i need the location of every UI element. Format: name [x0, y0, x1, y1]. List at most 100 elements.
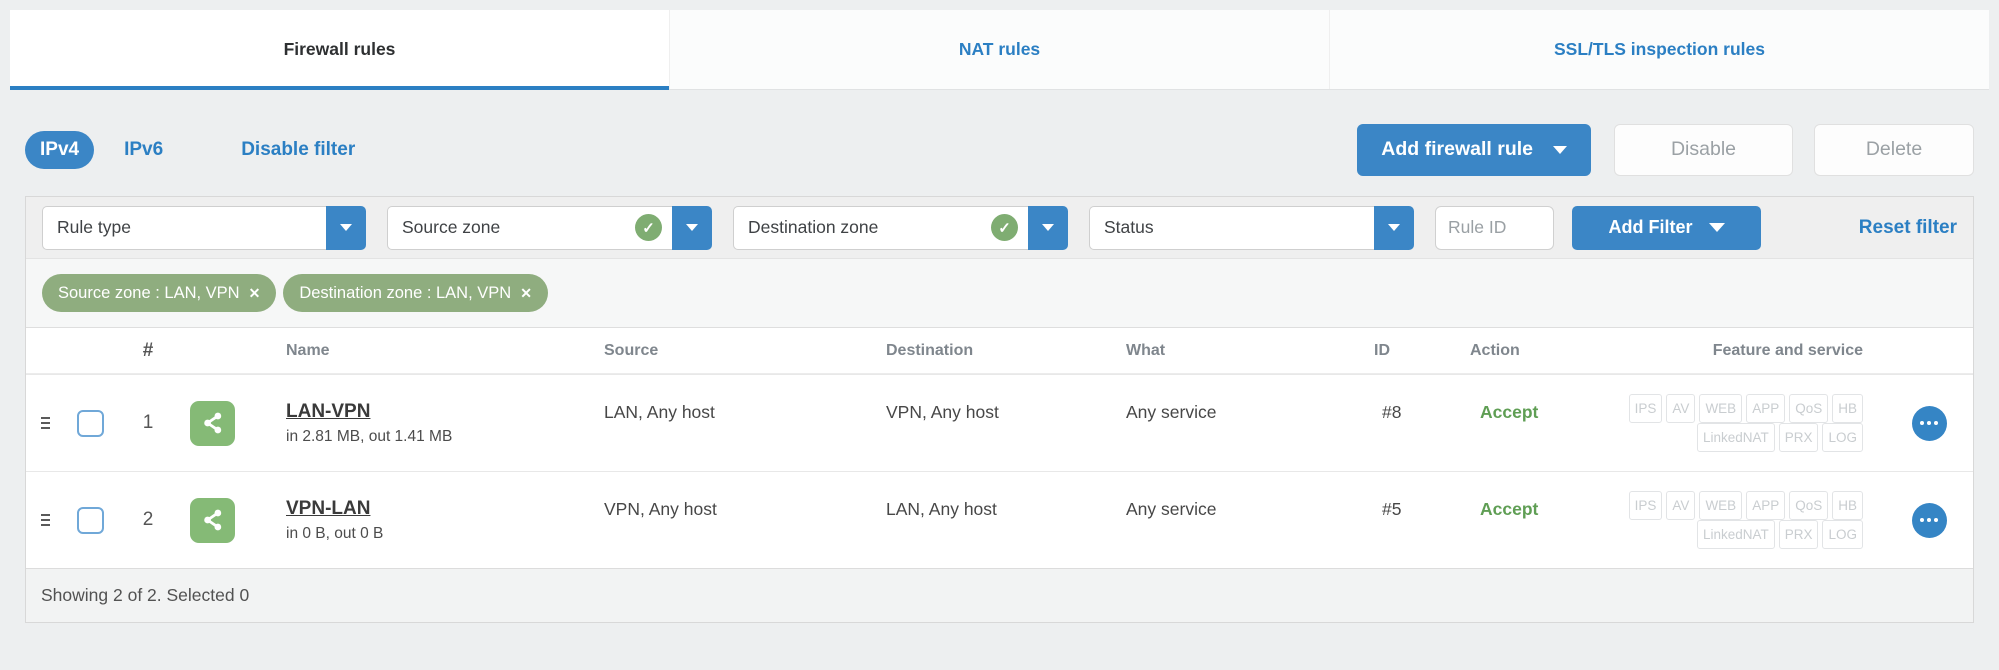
ipv4-toggle[interactable]: IPv4	[25, 130, 95, 169]
row-features-cell: IPS AV WEB APP QoS HB LinkedNAT PRX LOG	[1586, 491, 1885, 549]
row-features-cell: IPS AV WEB APP QoS HB LinkedNAT PRX LOG	[1586, 394, 1885, 452]
destination-zone-label: Destination zone	[748, 217, 879, 237]
status-dropdown[interactable]: Status	[1089, 205, 1414, 250]
row-number: 1	[142, 412, 154, 433]
close-icon[interactable]: ✕	[249, 285, 261, 302]
tab-bar: Firewall rules NAT rules SSL/TLS inspect…	[10, 10, 1989, 90]
chevron-down-icon	[1042, 224, 1054, 231]
rule-type-dropdown[interactable]: Rule type	[42, 205, 366, 250]
source-zone-field: Source zone ✓	[387, 205, 672, 250]
feature-badge: IPS	[1628, 491, 1663, 520]
row-checkbox[interactable]	[76, 506, 104, 534]
feature-badge: LOG	[1822, 423, 1863, 452]
feature-badge: LOG	[1822, 520, 1863, 549]
header-number: #	[142, 339, 154, 361]
row-source: VPN, Any host	[604, 499, 717, 519]
row-checkbox[interactable]	[76, 409, 104, 437]
drag-handle-icon[interactable]	[37, 413, 54, 433]
row-destination: VPN, Any host	[886, 402, 999, 422]
chevron-down-icon	[1708, 223, 1725, 232]
active-filter-chips: Source zone : LAN, VPN ✕ Destination zon…	[26, 259, 1973, 328]
table-footer: Showing 2 of 2. Selected 0	[26, 568, 1973, 622]
table-header: # Name Source Destination What ID Action…	[26, 328, 1973, 374]
destination-zone-field: Destination zone ✓	[733, 205, 1028, 250]
header-name: Name	[286, 341, 330, 359]
add-filter-label: Add Filter	[1608, 217, 1693, 237]
chevron-down-icon	[686, 224, 698, 231]
row-drag-cell	[26, 510, 64, 530]
ellipsis-menu-icon[interactable]	[1911, 502, 1947, 538]
header-action: Action	[1470, 341, 1520, 359]
feature-badge: AV	[1666, 491, 1696, 520]
row-what: Any service	[1126, 499, 1217, 519]
tab-label: SSL/TLS inspection rules	[1553, 39, 1765, 59]
destination-zone-dropdown-button[interactable]	[1028, 205, 1068, 250]
ellipsis-menu-icon[interactable]	[1911, 405, 1947, 441]
rule-id-input[interactable]	[1435, 205, 1554, 250]
source-zone-dropdown-button[interactable]	[672, 205, 712, 250]
disable-button[interactable]: Disable	[1614, 123, 1793, 176]
tab-label: NAT rules	[958, 39, 1041, 59]
rule-traffic: in 0 B, out 0 B	[286, 524, 384, 542]
header-source: Source	[604, 341, 659, 359]
feature-badge: PRX	[1778, 423, 1819, 452]
row-name-cell: VPN-LAN in 0 B, out 0 B	[286, 498, 604, 543]
disable-filter-link[interactable]: Disable filter	[241, 139, 355, 161]
header-destination: Destination	[886, 341, 974, 359]
check-circle-icon: ✓	[991, 214, 1018, 241]
showing-summary: Showing 2 of 2. Selected 0	[41, 585, 250, 605]
table-row: 2 VPN-LAN in 0 B, out 0 B VPN, Any host	[26, 471, 1973, 568]
network-share-icon	[190, 400, 235, 446]
rule-name-link[interactable]: LAN-VPN	[286, 401, 604, 423]
tab-firewall-rules[interactable]: Firewall rules	[10, 10, 669, 90]
firewall-rules-page: Firewall rules NAT rules SSL/TLS inspect…	[0, 0, 1999, 670]
tab-nat-rules[interactable]: NAT rules	[669, 10, 1329, 89]
source-zone-label: Source zone	[402, 217, 501, 237]
row-action-status: Accept	[1480, 402, 1539, 422]
chip-label: Source zone : LAN, VPN	[58, 283, 240, 302]
feature-badge: QoS	[1789, 491, 1829, 520]
drag-handle-icon[interactable]	[37, 510, 54, 530]
tab-ssl-tls-inspection-rules[interactable]: SSL/TLS inspection rules	[1329, 10, 1989, 89]
row-menu-cell	[1885, 405, 1973, 441]
add-filter-button[interactable]: Add Filter	[1572, 205, 1761, 250]
feature-badge: APP	[1746, 491, 1786, 520]
ipv6-toggle[interactable]: IPv6	[124, 139, 163, 161]
row-checkbox-cell	[64, 506, 116, 534]
feature-badge: LinkedNAT	[1696, 520, 1775, 549]
check-circle-icon: ✓	[635, 214, 662, 241]
chevron-down-icon	[1388, 224, 1400, 231]
chevron-down-icon	[1553, 145, 1567, 154]
row-source: LAN, Any host	[604, 402, 715, 422]
add-firewall-rule-label: Add firewall rule	[1381, 138, 1533, 160]
feature-badge: WEB	[1699, 491, 1743, 520]
feature-badge: PRX	[1778, 520, 1819, 549]
add-firewall-rule-button[interactable]: Add firewall rule	[1357, 123, 1591, 176]
row-drag-cell	[26, 413, 64, 433]
row-icon-cell	[180, 497, 286, 543]
rule-type-dropdown-button[interactable]	[326, 205, 366, 250]
feature-badge: LinkedNAT	[1696, 423, 1775, 452]
toolbar: IPv4 IPv6 Disable filter Add firewall ru…	[25, 123, 1974, 176]
reset-filter-link[interactable]: Reset filter	[1859, 217, 1957, 239]
filter-bar: Rule type Source zone ✓ Destination zone	[26, 197, 1973, 259]
row-what: Any service	[1126, 402, 1217, 422]
ipv4-label: IPv4	[40, 138, 80, 160]
network-share-icon	[190, 497, 235, 543]
feature-badges-line2: LinkedNAT PRX LOG	[1596, 423, 1863, 452]
feature-badges-line2: LinkedNAT PRX LOG	[1596, 520, 1863, 549]
feature-badge: APP	[1746, 394, 1786, 423]
source-zone-dropdown[interactable]: Source zone ✓	[387, 205, 712, 250]
feature-badge: HB	[1832, 394, 1863, 423]
close-icon[interactable]: ✕	[520, 285, 532, 302]
status-label: Status	[1104, 217, 1154, 237]
table-row: 1 LAN-VPN in 2.81 MB, out 1.41 MB LAN, A…	[26, 374, 1973, 471]
rule-type-field: Rule type	[42, 205, 326, 250]
destination-zone-dropdown[interactable]: Destination zone ✓	[733, 205, 1068, 250]
status-dropdown-button[interactable]	[1374, 205, 1414, 250]
delete-button[interactable]: Delete	[1814, 123, 1974, 176]
rule-name-link[interactable]: VPN-LAN	[286, 498, 604, 520]
chip-label: Destination zone : LAN, VPN	[299, 283, 512, 302]
source-zone-filter-chip: Source zone : LAN, VPN ✕	[42, 274, 277, 312]
row-action-status: Accept	[1480, 499, 1539, 519]
